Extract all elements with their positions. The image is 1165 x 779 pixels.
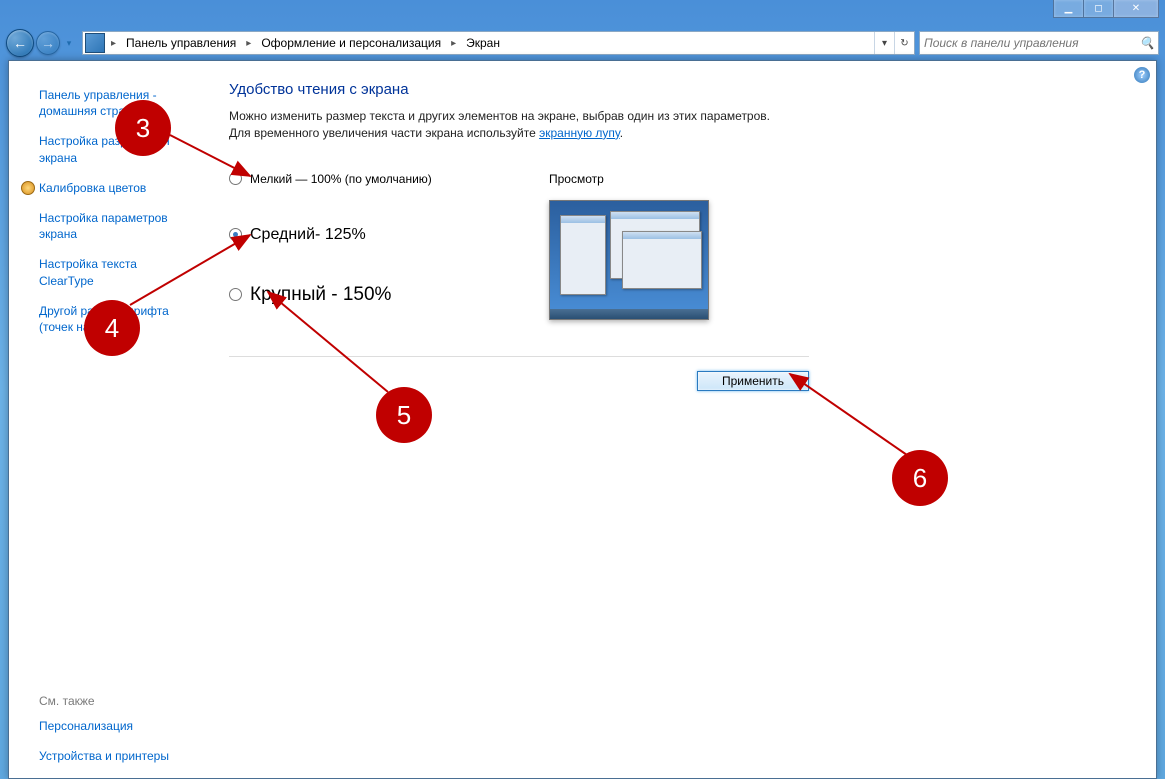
annotation-badge-5: 5 [376, 387, 432, 443]
forward-button[interactable]: → [36, 31, 60, 55]
forward-arrow-icon: → [41, 35, 55, 51]
radio-small[interactable] [229, 172, 242, 185]
chevron-down-icon: ▾ [67, 38, 72, 49]
breadcrumb-arrow-icon: ▸ [107, 38, 120, 49]
radio-medium[interactable] [229, 228, 242, 241]
breadcrumb-dropdown[interactable]: ▾ [874, 32, 894, 54]
sidebar-link-screen-params[interactable]: Настройка параметров экрана [39, 210, 193, 242]
content-divider [229, 356, 809, 357]
search-input[interactable] [920, 36, 1136, 50]
address-bar: ← → ▾ ▸ Панель управления ▸ Оформление и… [0, 26, 1165, 60]
radio-label: Мелкий — 100% (по умолчанию) [250, 172, 432, 186]
see-also-devices[interactable]: Устройства и принтеры [39, 748, 193, 764]
breadcrumb-segment[interactable]: Панель управления [120, 32, 242, 54]
sidebar-link-color-calibration[interactable]: Калибровка цветов [39, 180, 193, 196]
size-option-small[interactable]: Мелкий — 100% (по умолчанию) [229, 172, 549, 186]
see-also-section: См. также Персонализация Устройства и пр… [39, 694, 193, 768]
minimize-button[interactable]: ▁ [1053, 0, 1083, 18]
window-titlebar: ▁ ◻ ✕ [0, 0, 1165, 26]
main-content: Удобство чтения с экрана Можно изменить … [229, 81, 1136, 758]
maximize-icon: ◻ [1094, 3, 1102, 14]
sidebar-link-cleartype[interactable]: Настройка текста ClearType [39, 256, 193, 288]
close-icon: ✕ [1132, 3, 1140, 14]
page-description: Можно изменить размер текста и других эл… [229, 108, 789, 142]
breadcrumb-segment[interactable]: Экран [460, 32, 506, 54]
magnifier-link[interactable]: экранную лупу [539, 126, 620, 140]
search-icon[interactable]: 🔍 [1136, 36, 1158, 50]
control-panel-icon [85, 33, 105, 53]
back-arrow-icon: ← [13, 35, 27, 51]
breadcrumb[interactable]: ▸ Панель управления ▸ Оформление и персо… [82, 31, 915, 55]
size-option-large[interactable]: Крупный - 150% [229, 284, 549, 306]
back-button[interactable]: ← [6, 29, 34, 57]
annotation-badge-4: 4 [84, 300, 140, 356]
radio-label: Крупный - 150% [250, 284, 391, 306]
see-also-title: См. также [39, 694, 193, 708]
annotation-badge-3: 3 [115, 100, 171, 156]
window-body: ? Панель управления - домашняя страница … [8, 60, 1157, 779]
refresh-icon: ↻ [900, 38, 908, 49]
apply-button[interactable]: Применить [697, 371, 809, 391]
preview-label: Просмотр [549, 172, 1136, 186]
refresh-button[interactable]: ↻ [894, 32, 914, 54]
minimize-icon: ▁ [1065, 3, 1073, 14]
breadcrumb-arrow-icon: ▸ [447, 38, 460, 49]
breadcrumb-arrow-icon: ▸ [242, 38, 255, 49]
shield-icon [21, 181, 35, 195]
size-option-medium[interactable]: Средний- 125% [229, 226, 549, 244]
close-button[interactable]: ✕ [1113, 0, 1159, 18]
help-button[interactable]: ? [1134, 67, 1150, 83]
radio-label: Средний- 125% [250, 226, 366, 244]
see-also-personalization[interactable]: Персонализация [39, 718, 193, 734]
page-title: Удобство чтения с экрана [229, 81, 1136, 98]
breadcrumb-segment[interactable]: Оформление и персонализация [255, 32, 447, 54]
annotation-badge-6: 6 [892, 450, 948, 506]
help-icon: ? [1139, 69, 1146, 81]
sidebar: Панель управления - домашняя страница На… [9, 61, 209, 778]
nav-history-dropdown[interactable]: ▾ [62, 38, 76, 49]
sidebar-link-home[interactable]: Панель управления - домашняя страница [39, 87, 193, 119]
maximize-button[interactable]: ◻ [1083, 0, 1113, 18]
radio-large[interactable] [229, 288, 242, 301]
preview-image [549, 200, 709, 320]
chevron-down-icon: ▾ [882, 38, 887, 49]
search-box[interactable]: 🔍 [919, 31, 1159, 55]
